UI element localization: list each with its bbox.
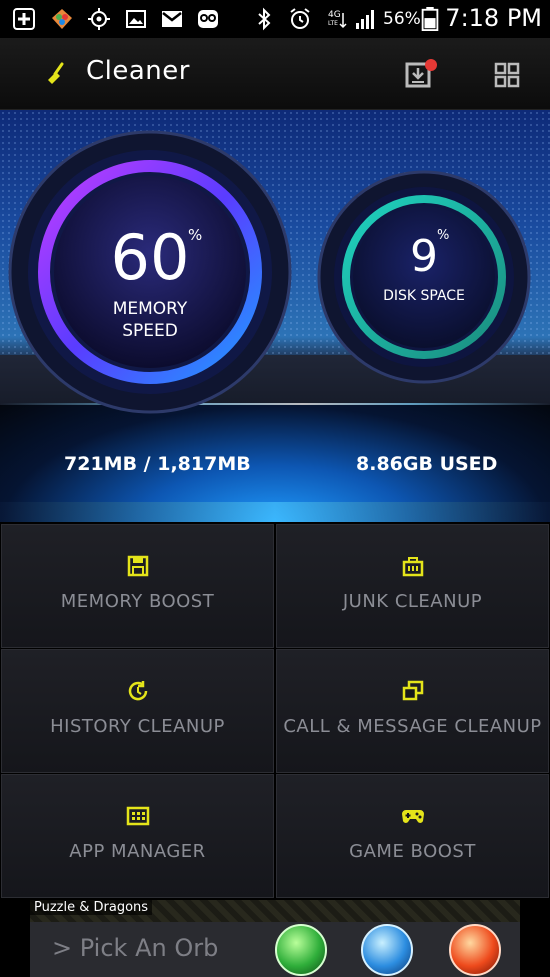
app-bar: Cleaner xyxy=(0,38,550,110)
game-boost-button[interactable]: GAME BOOST xyxy=(276,774,549,898)
history-cleanup-label: HISTORY CLEANUP xyxy=(50,716,225,737)
gamepad-icon xyxy=(401,810,424,823)
ad-banner[interactable]: Puzzle & Dragons > Pick An Orb xyxy=(30,900,520,977)
owl-icon xyxy=(198,10,218,28)
disk-label: DISK SPACE xyxy=(383,288,465,304)
call-message-cleanup-button[interactable]: CALL & MESSAGE CLEANUP xyxy=(276,649,549,773)
call-message-cleanup-label: CALL & MESSAGE CLEANUP xyxy=(283,716,542,737)
ad-strip: > Pick An Orb xyxy=(30,922,520,977)
memory-percent-value: 60 xyxy=(110,221,190,294)
page-title: Cleaner xyxy=(86,56,190,86)
memory-percent-unit: % xyxy=(188,226,203,244)
battery-percent: 56% xyxy=(383,9,421,29)
lte-icon: 4G LTE xyxy=(328,10,347,29)
ad-cta[interactable]: > Pick An Orb xyxy=(52,934,218,962)
history-icon xyxy=(128,681,147,701)
hero-panel: 60 % MEMORY SPEED 9 % DISK SPACE 721MB /… xyxy=(0,110,550,522)
history-cleanup-button[interactable]: HISTORY CLEANUP xyxy=(1,649,274,773)
disk-percent-unit: % xyxy=(437,228,450,243)
memory-boost-label: MEMORY BOOST xyxy=(60,591,215,612)
gmail-icon xyxy=(162,11,182,27)
gps-icon xyxy=(88,8,110,30)
clock: 7:18 PM xyxy=(445,4,542,32)
grid-icon[interactable] xyxy=(494,62,520,88)
download-icon[interactable] xyxy=(404,58,438,92)
junk-cleanup-label: JUNK CLEANUP xyxy=(342,591,483,612)
disk-usage-stat: 8.86GB USED xyxy=(356,453,498,475)
signal-icon xyxy=(356,10,374,29)
disk-gauge[interactable]: 9 % DISK SPACE xyxy=(317,170,531,384)
status-bar: 4G LTE 56% 7:18 PM xyxy=(0,0,550,38)
photos-icon xyxy=(52,9,72,29)
blue-orb-icon[interactable] xyxy=(361,924,413,976)
memory-usage-stat: 721MB / 1,817MB xyxy=(64,453,251,475)
green-orb-icon[interactable] xyxy=(275,924,327,976)
battery-icon xyxy=(421,7,439,31)
gallery-icon xyxy=(126,10,146,28)
save-icon xyxy=(127,555,148,577)
add-icon xyxy=(13,8,35,30)
junk-cleanup-button[interactable]: JUNK CLEANUP xyxy=(276,524,549,648)
svg-text:LTE: LTE xyxy=(328,20,338,27)
messages-icon xyxy=(402,680,423,701)
app-manager-label: APP MANAGER xyxy=(69,841,206,862)
svg-text:4G: 4G xyxy=(328,10,341,20)
game-boost-label: GAME BOOST xyxy=(349,841,476,862)
ad-title: Puzzle & Dragons xyxy=(30,900,153,915)
broom-icon xyxy=(48,62,64,84)
memory-label: MEMORY SPEED xyxy=(112,299,188,341)
notification-dot xyxy=(425,59,437,71)
memory-gauge[interactable]: 60 % MEMORY SPEED xyxy=(8,130,292,414)
memory-boost-button[interactable]: MEMORY BOOST xyxy=(1,524,274,648)
bin-icon xyxy=(402,557,423,577)
apps-icon xyxy=(126,806,149,826)
bluetooth-icon xyxy=(258,7,271,31)
red-orb-icon[interactable] xyxy=(449,924,501,976)
alarm-icon xyxy=(290,8,310,29)
app-manager-button[interactable]: APP MANAGER xyxy=(1,774,274,898)
feature-grid: MEMORY BOOST JUNK CLEANUP HISTORY CLEANU… xyxy=(0,522,550,900)
